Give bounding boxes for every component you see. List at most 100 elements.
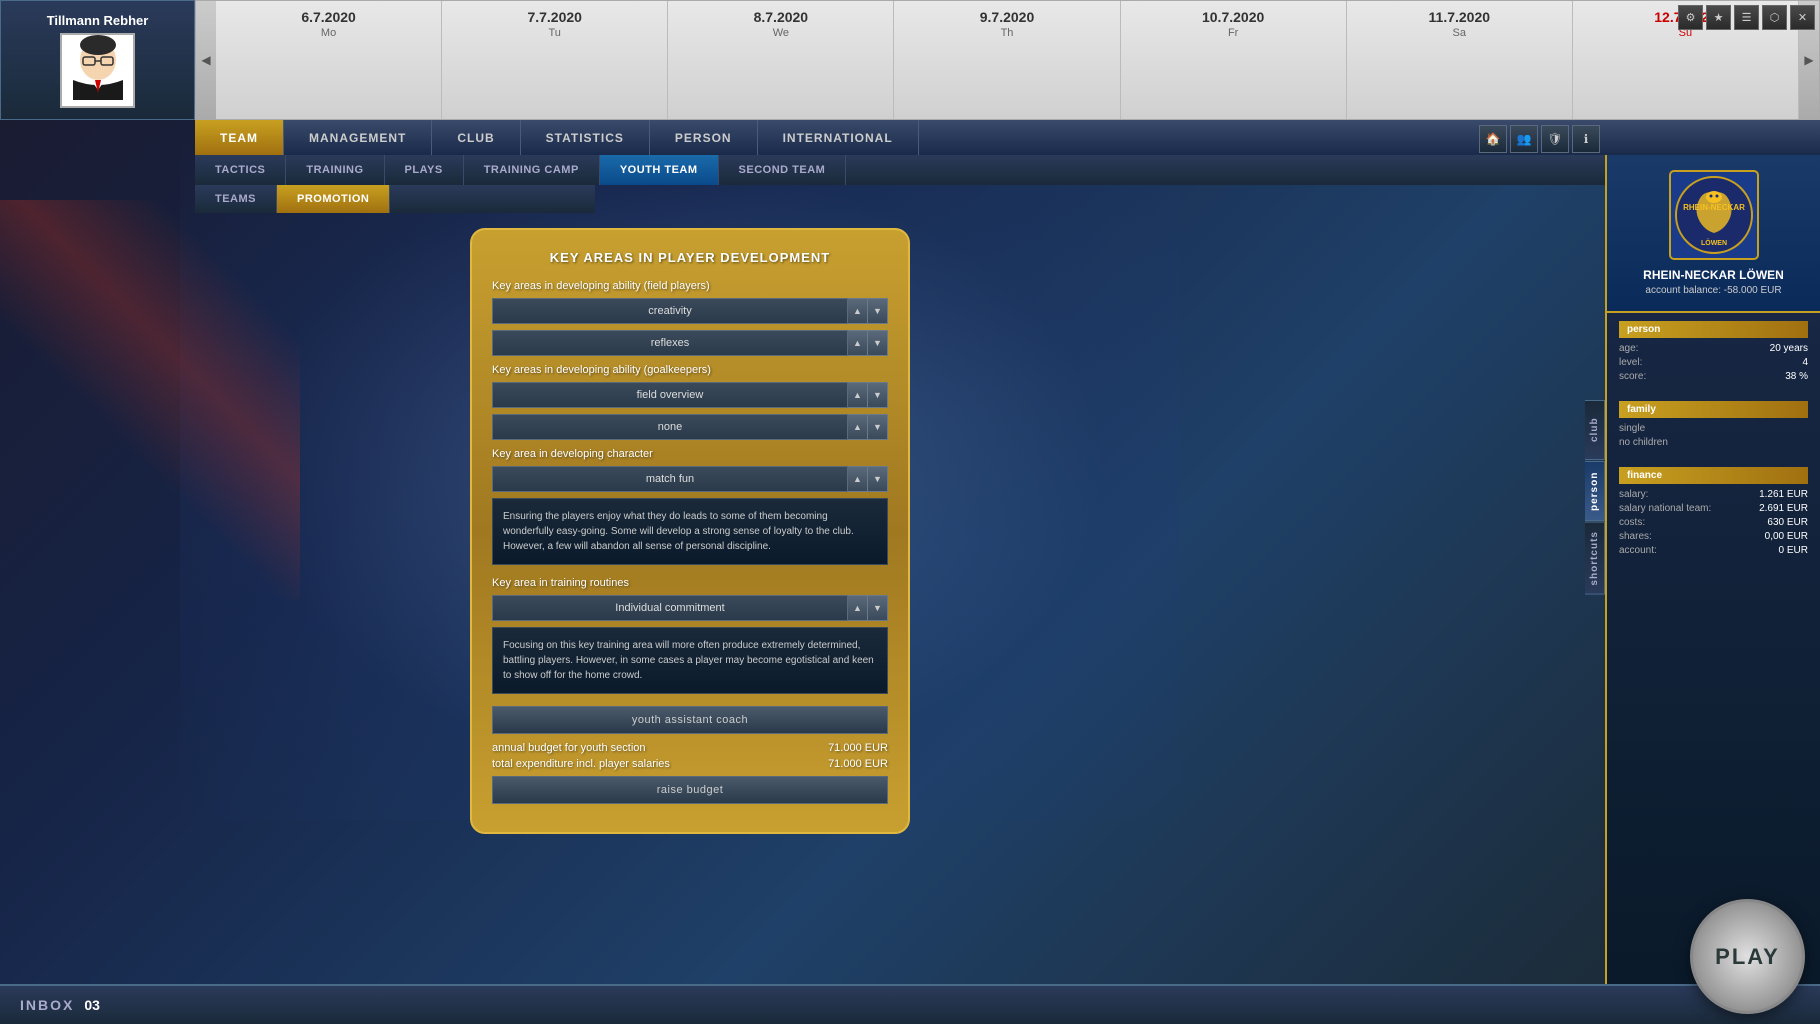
training-dropdown[interactable]: Individual commitment bbox=[492, 595, 848, 621]
nav-sub-youth-team[interactable]: YOUTH TEAM bbox=[600, 155, 719, 185]
budget-label-2: total expenditure incl. player salaries bbox=[492, 758, 670, 770]
top-bar: Tillmann Rebher ◀ 6 bbox=[0, 0, 1820, 120]
nav-sub2-promotion[interactable]: PROMOTION bbox=[277, 185, 390, 213]
character-value: match fun bbox=[501, 473, 839, 485]
budget-label-1: annual budget for youth section bbox=[492, 742, 646, 754]
main-content: KEY AREAS IN PLAYER DEVELOPMENT Key area… bbox=[195, 213, 1185, 984]
side-tab-club[interactable]: club bbox=[1585, 400, 1605, 460]
nav-tab-international[interactable]: INTERNATIONAL bbox=[758, 120, 919, 155]
nav-tab-statistics[interactable]: STATISTICS bbox=[521, 120, 650, 155]
gk1-down-btn[interactable]: ▼ bbox=[868, 382, 888, 408]
score-value: 38 % bbox=[1785, 371, 1808, 382]
family-status: single bbox=[1619, 423, 1645, 434]
sub-navigation-2: TEAMS PROMOTION bbox=[195, 185, 595, 213]
side-tab-shortcuts[interactable]: shortcuts bbox=[1585, 522, 1605, 595]
dev-card: KEY AREAS IN PLAYER DEVELOPMENT Key area… bbox=[470, 228, 910, 834]
close-button[interactable]: ✕ bbox=[1790, 5, 1815, 30]
settings-button[interactable]: ⚙ bbox=[1678, 5, 1703, 30]
gk2-dropdown-row: none ▲ ▼ bbox=[492, 414, 888, 440]
field2-down-btn[interactable]: ▼ bbox=[868, 330, 888, 356]
save-button[interactable]: ⬡ bbox=[1762, 5, 1787, 30]
team-icon-btn[interactable]: 👥 bbox=[1510, 125, 1538, 153]
character-dropdown[interactable]: match fun bbox=[492, 466, 848, 492]
calendar-day-6[interactable]: 11.7.2020 Sa bbox=[1347, 1, 1573, 119]
calendar-day-4[interactable]: 9.7.2020 Th bbox=[894, 1, 1120, 119]
character-dropdown-row: match fun ▲ ▼ bbox=[492, 466, 888, 492]
calendar-days: 6.7.2020 Mo 7.7.2020 Tu 8.7.2020 We 9.7.… bbox=[216, 1, 1799, 119]
calendar-day-1[interactable]: 6.7.2020 Mo bbox=[216, 1, 442, 119]
club-logo-area: RHEIN-NECKAR LÖWEN RHEIN-NECKAR LÖWEN ac… bbox=[1607, 155, 1820, 313]
cal-day-4-name: Th bbox=[1001, 27, 1014, 39]
field2-up-btn[interactable]: ▲ bbox=[848, 330, 868, 356]
nav-tab-team[interactable]: TEAM bbox=[195, 120, 284, 155]
training-down-btn[interactable]: ▼ bbox=[868, 595, 888, 621]
youth-assistant-coach-button[interactable]: youth assistant coach bbox=[492, 706, 888, 734]
gk2-up-btn[interactable]: ▲ bbox=[848, 414, 868, 440]
raise-budget-button[interactable]: raise budget bbox=[492, 776, 888, 804]
shares-value: 0,00 EUR bbox=[1765, 531, 1808, 542]
field1-up-btn[interactable]: ▲ bbox=[848, 298, 868, 324]
shield-icon-btn[interactable]: 🛡 bbox=[1541, 125, 1569, 153]
person-header: person bbox=[1619, 321, 1808, 338]
field1-value: creativity bbox=[501, 305, 839, 317]
calendar-day-3[interactable]: 8.7.2020 We bbox=[668, 1, 894, 119]
costs-label: costs: bbox=[1619, 517, 1645, 528]
gk2-down-btn[interactable]: ▼ bbox=[868, 414, 888, 440]
field1-down-btn[interactable]: ▼ bbox=[868, 298, 888, 324]
dev-card-title: KEY AREAS IN PLAYER DEVELOPMENT bbox=[492, 250, 888, 265]
field1-dropdown-row: creativity ▲ ▼ bbox=[492, 298, 888, 324]
training-desc-box: Focusing on this key training area will … bbox=[492, 627, 888, 694]
field1-dropdown[interactable]: creativity bbox=[492, 298, 848, 324]
account-label: account: bbox=[1619, 545, 1657, 556]
nav-tab-management[interactable]: MANAGEMENT bbox=[284, 120, 432, 155]
right-panel: RHEIN-NECKAR LÖWEN RHEIN-NECKAR LÖWEN ac… bbox=[1605, 155, 1820, 984]
score-row: score: 38 % bbox=[1619, 371, 1808, 382]
gk1-up-btn[interactable]: ▲ bbox=[848, 382, 868, 408]
age-value: 20 years bbox=[1770, 343, 1808, 354]
menu-button[interactable]: ☰ bbox=[1734, 5, 1759, 30]
calendar-day-5[interactable]: 10.7.2020 Fr bbox=[1121, 1, 1347, 119]
character-label: Key area in developing character bbox=[492, 448, 888, 460]
character-up-btn[interactable]: ▲ bbox=[848, 466, 868, 492]
club-balance: account balance: -58.000 EUR bbox=[1645, 285, 1781, 296]
budget-row-1: annual budget for youth section 71.000 E… bbox=[492, 742, 888, 754]
family-section: family single no children bbox=[1607, 393, 1820, 459]
nav-sub-plays[interactable]: PLAYS bbox=[385, 155, 464, 185]
nav-tab-person[interactable]: PERSON bbox=[650, 120, 758, 155]
favorites-button[interactable]: ★ bbox=[1706, 5, 1731, 30]
level-value: 4 bbox=[1802, 357, 1808, 368]
nav-sub-training[interactable]: TRAINING bbox=[286, 155, 384, 185]
calendar-day-2[interactable]: 7.7.2020 Tu bbox=[442, 1, 668, 119]
nav-sub-training-camp[interactable]: TRAINING CAMP bbox=[464, 155, 600, 185]
training-value: Individual commitment bbox=[501, 602, 839, 614]
cal-day-1-num: 6.7.2020 bbox=[301, 9, 356, 25]
home-icon-btn[interactable]: 🏠 bbox=[1479, 125, 1507, 153]
training-desc-text: Focusing on this key training area will … bbox=[503, 640, 874, 681]
nav-sub-second-team[interactable]: SECOND TEAM bbox=[719, 155, 847, 185]
training-up-btn[interactable]: ▲ bbox=[848, 595, 868, 621]
field2-dropdown-row: reflexes ▲ ▼ bbox=[492, 330, 888, 356]
character-desc-text: Ensuring the players enjoy what they do … bbox=[503, 511, 854, 552]
calendar-bar: ◀ 6.7.2020 Mo 7.7.2020 Tu 8.7.2020 We 9.… bbox=[195, 0, 1820, 120]
info-icon-btn[interactable]: ℹ bbox=[1572, 125, 1600, 153]
nav-sub2-teams[interactable]: TEAMS bbox=[195, 185, 277, 213]
gk1-dropdown[interactable]: field overview bbox=[492, 382, 848, 408]
gk2-dropdown[interactable]: none bbox=[492, 414, 848, 440]
age-row: age: 20 years bbox=[1619, 343, 1808, 354]
cal-day-4-num: 9.7.2020 bbox=[980, 9, 1035, 25]
salary-label: salary: bbox=[1619, 489, 1648, 500]
nav-tab-club[interactable]: CLUB bbox=[432, 120, 520, 155]
finance-section: finance salary: 1.261 EUR salary nationa… bbox=[1607, 459, 1820, 567]
calendar-scroll-left[interactable]: ◀ bbox=[196, 1, 216, 119]
nav-sub-tactics[interactable]: TACTICS bbox=[195, 155, 286, 185]
children-row: no children bbox=[1619, 437, 1808, 448]
character-down-btn[interactable]: ▼ bbox=[868, 466, 888, 492]
gk2-value: none bbox=[501, 421, 839, 433]
side-tab-person[interactable]: person bbox=[1585, 461, 1605, 521]
field2-dropdown[interactable]: reflexes bbox=[492, 330, 848, 356]
play-button-container: PLAY bbox=[1690, 899, 1810, 1019]
play-button[interactable]: PLAY bbox=[1690, 899, 1805, 1014]
info-icon-row: 🏠 👥 🛡 ℹ bbox=[1479, 125, 1600, 153]
club-logo: RHEIN-NECKAR LÖWEN bbox=[1669, 170, 1759, 260]
score-label: score: bbox=[1619, 371, 1646, 382]
